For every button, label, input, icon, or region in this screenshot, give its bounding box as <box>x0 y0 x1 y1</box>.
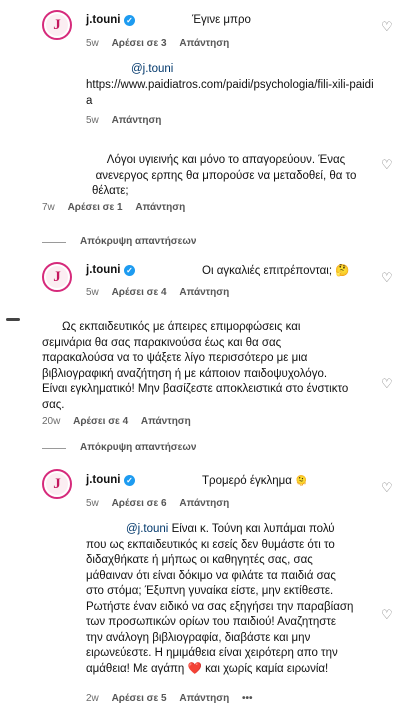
avatar[interactable]: J <box>42 469 72 499</box>
comment-line: Είναι κ. Τούνη και λυπάμαι πολύ <box>171 523 335 535</box>
mention-link[interactable]: @j.touni <box>131 62 173 78</box>
username[interactable]: j.touni <box>86 14 121 26</box>
username[interactable]: j.touni <box>86 264 121 276</box>
comment-line: διδαχθήκατε ή μήπως οι καθηγητές σας, σα… <box>86 554 313 566</box>
comment-line: Είναι εγκληματικό! Μην βασίζεστε αποκλει… <box>42 383 349 395</box>
comment-time: 5w <box>86 38 99 49</box>
comment-text: Τρομερό έγκλημα 🫠 <box>202 474 308 490</box>
hide-replies-button[interactable]: Απόκρυψη απαντήσεων <box>80 236 196 247</box>
comment-text: Οι αγκαλιές επιτρέπονται; 🤔 <box>202 264 350 280</box>
more-options-icon[interactable]: ••• <box>242 693 253 704</box>
like-heart-icon[interactable]: ♡ <box>381 20 393 33</box>
likes-count[interactable]: Αρέσει σε 5 <box>112 693 167 704</box>
comment-line: μάθαιναν ότι είναι δόκιμο να φιλάτε τα π… <box>86 569 336 582</box>
comment-meta: 7w Αρέσει σε 1 Απάντηση <box>42 202 195 213</box>
comment-time: 5w <box>86 115 99 126</box>
comment-line: βιβλιογραφική αναζήτηση ή με κάποιον παι… <box>42 367 328 380</box>
comment-line: Ως εκπαιδευτικός με άπειρες επιμορφώσεις… <box>62 321 301 333</box>
comment-line: των προσωπικών ορίων του παιδιού! Αναζητ… <box>86 616 336 628</box>
comment-time: 5w <box>86 498 99 509</box>
mention-link[interactable]: @j.touni <box>126 523 168 535</box>
comment-meta: 5w Αρέσει σε 6 Απάντηση <box>86 498 239 509</box>
reply-button[interactable]: Απάντηση <box>135 202 185 213</box>
comment-time: 20w <box>42 416 61 427</box>
comment-line: σας. <box>42 398 65 411</box>
comment-text-body: Τρομερό έγκλημα <box>202 475 292 487</box>
reply-button[interactable]: Απάντηση <box>179 287 229 298</box>
comment-text: @j.touni Είναι κ. Τούνη και λυπάμαι πολύ… <box>86 522 386 677</box>
emoji-glyph: 🫠 <box>295 476 308 487</box>
thinking-emoji: 🤔 <box>335 265 350 277</box>
avatar-letter: J <box>53 268 61 285</box>
comment-text: Λόγοι υγιεινής και μόνο το απαγορεύουν. … <box>66 153 386 200</box>
like-heart-icon[interactable]: ♡ <box>381 608 393 621</box>
avatar[interactable]: J <box>42 262 72 292</box>
user-avatar-partial <box>6 318 20 321</box>
avatar-letter: J <box>53 16 61 33</box>
comment-line: Ρωτήστε έναν ειδικό να σας εξηγήσει την … <box>86 600 354 613</box>
comment-line: θέλατε; <box>92 185 129 197</box>
like-heart-icon[interactable]: ♡ <box>381 271 393 284</box>
comment-time: 5w <box>86 287 99 298</box>
reply-button[interactable]: Απάντηση <box>179 693 229 704</box>
like-heart-icon[interactable]: ♡ <box>381 158 393 171</box>
avatar[interactable]: J <box>42 10 72 40</box>
reply-button[interactable]: Απάντηση <box>141 416 191 427</box>
likes-count[interactable]: Αρέσει σε 4 <box>112 287 167 298</box>
comment-line: την ανάλογη βιβλιογραφία, διαβάστε και μ… <box>86 631 311 644</box>
hide-replies-line <box>42 242 66 243</box>
comment-meta: 20w Αρέσει σε 4 Απάντηση <box>42 416 201 427</box>
likes-count[interactable]: Αρέσει σε 6 <box>112 498 167 509</box>
comment-line: παρακαλούσα να το ψάξετε λίγο περισσότερ… <box>42 352 308 364</box>
reply-button[interactable]: Απάντηση <box>179 38 229 49</box>
verified-badge-icon: ✓ <box>124 265 135 276</box>
like-heart-icon[interactable]: ♡ <box>381 377 393 390</box>
verified-badge-icon: ✓ <box>124 475 135 486</box>
comment-line: αμάθεια! Με αγάπη <box>86 662 185 675</box>
comment-line: ειρωνεύεστε. Η ημιμάθεια είναι χειρότερη… <box>86 647 338 659</box>
hide-replies-line <box>42 448 66 449</box>
comment-line: σεμινάρια θα σας παρακινούσα έως και θα … <box>42 336 282 349</box>
comment-line: Λόγοι υγιεινής και μόνο το απαγορεύουν. … <box>106 154 346 166</box>
comment-meta: 5w Αρέσει σε 3 Απάντηση <box>86 38 239 49</box>
comment-time: 7w <box>42 202 55 213</box>
reply-button[interactable]: Απάντηση <box>112 115 162 126</box>
hide-replies-button[interactable]: Απόκρυψη απαντήσεων <box>80 442 196 453</box>
comment-meta: 5w Απάντηση <box>86 115 171 126</box>
comment-line: και χωρίς καμία ειρωνία! <box>205 662 329 675</box>
comment-line: στο στόμα; Έξυπνη γυναίκα είστε, μην εκτ… <box>86 585 334 597</box>
like-heart-icon[interactable]: ♡ <box>381 481 393 494</box>
comment-meta: 2w Αρέσει σε 5 Απάντηση ••• <box>86 693 263 704</box>
username[interactable]: j.touni <box>86 474 121 486</box>
comment-text-body: Οι αγκαλιές επιτρέπονται; <box>202 265 333 277</box>
comment-text: Έγινε μπρο <box>192 14 251 26</box>
comment-meta: 5w Αρέσει σε 4 Απάντηση <box>86 287 239 298</box>
comment-time: 2w <box>86 693 99 704</box>
comment-link[interactable]: https://www.paidiatros.com/paidi/psychol… <box>86 78 376 109</box>
red-heart-emoji: ❤️ <box>187 662 202 675</box>
verified-badge-icon: ✓ <box>124 15 135 26</box>
reply-button[interactable]: Απάντηση <box>179 498 229 509</box>
likes-count[interactable]: Αρέσει σε 3 <box>112 38 167 49</box>
likes-count[interactable]: Αρέσει σε 4 <box>73 416 128 427</box>
likes-count[interactable]: Αρέσει σε 1 <box>68 202 123 213</box>
comment-line: ανενεργος ερπης θα μπορούσε να μεταδοθεί… <box>95 169 357 182</box>
comment-text: Ως εκπαιδευτικός με άπειρες επιμορφώσεις… <box>42 320 382 413</box>
comment-line: που ως εκπαιδευτικός κι εσείς δεν θυμάστ… <box>86 538 335 551</box>
avatar-letter: J <box>53 475 61 492</box>
